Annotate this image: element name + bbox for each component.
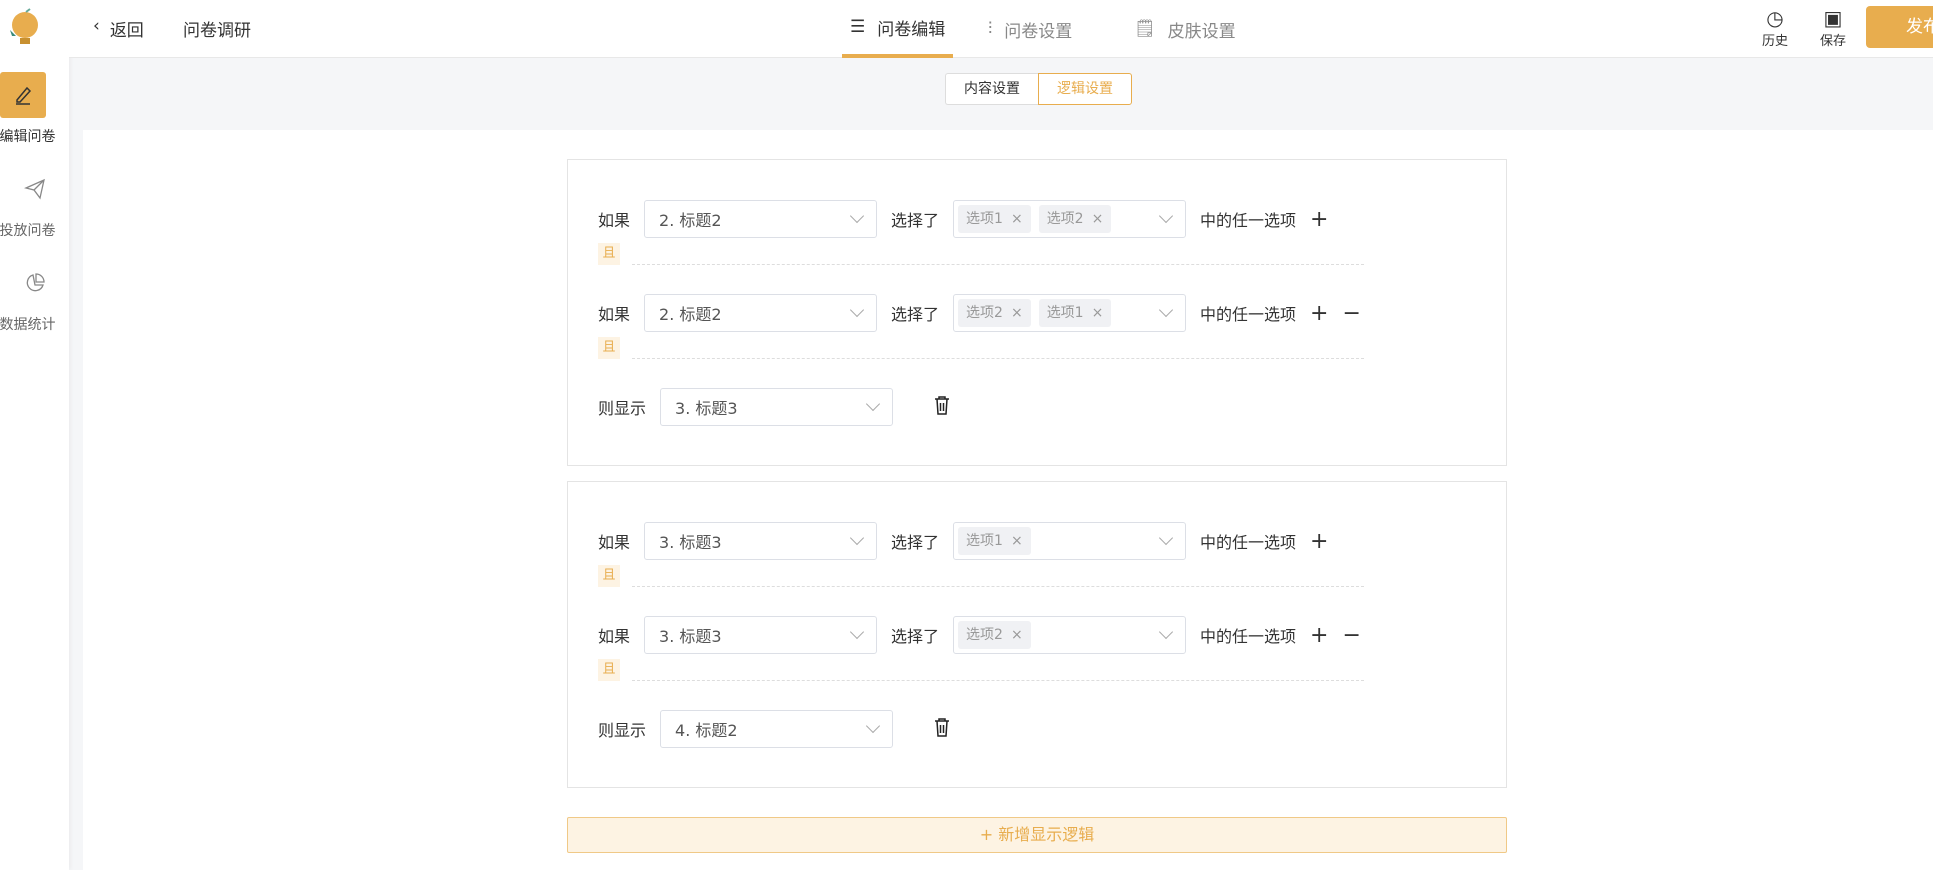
option-tag: 选项1 × — [1038, 299, 1112, 327]
remove-condition-button[interactable]: − — [1342, 623, 1360, 648]
then-row: 则显示 3. 标题3 — [598, 388, 951, 426]
and-badge: 且 — [598, 565, 620, 587]
chevron-left-icon: ‹ — [93, 16, 100, 36]
chevron-down-icon — [1158, 624, 1174, 640]
and-badge: 且 — [598, 659, 620, 681]
add-condition-button[interactable]: + — [1310, 207, 1328, 232]
subtab-logic[interactable]: 逻辑设置 — [1038, 73, 1132, 105]
and-badge: 且 — [598, 337, 620, 359]
remove-condition-button[interactable]: − — [1342, 301, 1360, 326]
and-badge: 且 — [598, 243, 620, 265]
chevron-down-icon — [865, 396, 881, 412]
sliders-icon: ⫶ — [988, 19, 993, 39]
option-tag: 选项2 × — [958, 299, 1031, 327]
option-tag: 选项1 × — [958, 205, 1031, 233]
pencil-icon — [0, 72, 46, 118]
divider — [632, 264, 1364, 265]
condition-row: 如果 2. 标题2 选择了 选项1 × 选项2 × 中的任一选项 + — [598, 200, 1328, 238]
add-logic-button[interactable]: + 新增显示逻辑 — [567, 817, 1507, 853]
list-icon: ☰ — [850, 17, 866, 37]
trash-icon[interactable] — [933, 395, 951, 419]
tab-skin[interactable]: 🗒 皮肤设置 — [1134, 0, 1236, 58]
close-icon[interactable]: × — [1092, 305, 1104, 321]
divider — [632, 680, 1364, 681]
tab-edit[interactable]: ☰ 问卷编辑 — [842, 0, 954, 58]
logic-rule-card: 如果 2. 标题2 选择了 选项1 × 选项2 × 中的任一选项 + 且 如果 2. … — [567, 159, 1507, 466]
close-icon[interactable]: × — [1092, 211, 1104, 227]
options-multiselect[interactable]: 选项1 × — [953, 522, 1187, 560]
sidebar-item-distribute[interactable]: 投放问卷 — [0, 166, 69, 240]
question-select[interactable]: 3. 标题3 — [644, 522, 878, 560]
condition-row: 如果 3. 标题3 选择了 选项1 × 中的任一选项 + — [598, 522, 1328, 560]
chevron-down-icon — [849, 624, 865, 640]
page-title: 问卷调研 — [183, 21, 251, 41]
back-button[interactable]: ‹ 返回 — [93, 16, 144, 41]
clock-icon: ◷ — [1766, 6, 1784, 30]
question-select[interactable]: 3. 标题3 — [644, 616, 878, 654]
publish-button[interactable]: 发布 — [1866, 6, 1933, 48]
option-tag: 选项1 × — [958, 527, 1031, 555]
close-icon[interactable]: × — [1011, 533, 1023, 549]
floppy-icon: ▣ — [1823, 6, 1843, 30]
tab-settings[interactable]: ⫶ 问卷设置 — [988, 0, 1072, 58]
condition-row: 如果 3. 标题3 选择了 选项2 × 中的任一选项 + − — [598, 616, 1361, 654]
sidebar-item-stats[interactable]: 数据统计 — [0, 260, 69, 334]
condition-row: 如果 2. 标题2 选择了 选项2 × 选项1 × 中的任一选项 + − — [598, 294, 1361, 332]
subtab-content[interactable]: 内容设置 — [945, 73, 1038, 105]
pie-chart-icon — [12, 260, 58, 306]
save-button[interactable]: ▣ 保存 — [1820, 6, 1846, 49]
question-select[interactable]: 2. 标题2 — [644, 294, 878, 332]
paper-plane-icon — [12, 166, 58, 212]
subtab-switch: 内容设置 逻辑设置 — [945, 73, 1132, 105]
divider — [632, 586, 1364, 587]
show-question-select[interactable]: 4. 标题2 — [660, 710, 894, 748]
divider — [632, 358, 1364, 359]
close-icon[interactable]: × — [1011, 627, 1023, 643]
document-icon: 🗒 — [1134, 19, 1156, 39]
close-icon[interactable]: × — [1011, 211, 1023, 227]
history-button[interactable]: ◷ 历史 — [1762, 6, 1788, 49]
options-multiselect[interactable]: 选项1 × 选项2 × — [953, 200, 1187, 238]
option-tag: 选项2 × — [1038, 205, 1112, 233]
chevron-down-icon — [1158, 530, 1174, 546]
then-row: 则显示 4. 标题2 — [598, 710, 951, 748]
chevron-down-icon — [849, 208, 865, 224]
logic-rule-card: 如果 3. 标题3 选择了 选项1 × 中的任一选项 + 且 如果 3. 标题3 … — [567, 481, 1507, 788]
sidebar-item-edit[interactable]: 编辑问卷 — [0, 72, 69, 146]
trash-icon[interactable] — [933, 717, 951, 741]
options-multiselect[interactable]: 选项2 × — [953, 616, 1187, 654]
options-multiselect[interactable]: 选项2 × 选项1 × — [953, 294, 1187, 332]
question-select[interactable]: 2. 标题2 — [644, 200, 878, 238]
logo-icon — [10, 8, 38, 44]
sidebar: 编辑问卷 投放问卷 数据统计 — [0, 0, 69, 870]
add-condition-button[interactable]: + — [1310, 623, 1328, 648]
show-question-select[interactable]: 3. 标题3 — [660, 388, 894, 426]
close-icon[interactable]: × — [1011, 305, 1023, 321]
chevron-down-icon — [865, 718, 881, 734]
add-condition-button[interactable]: + — [1310, 301, 1328, 326]
option-tag: 选项2 × — [958, 621, 1031, 649]
chevron-down-icon — [1158, 208, 1174, 224]
chevron-down-icon — [849, 530, 865, 546]
chevron-down-icon — [849, 302, 865, 318]
add-condition-button[interactable]: + — [1310, 529, 1328, 554]
chevron-down-icon — [1158, 302, 1174, 318]
